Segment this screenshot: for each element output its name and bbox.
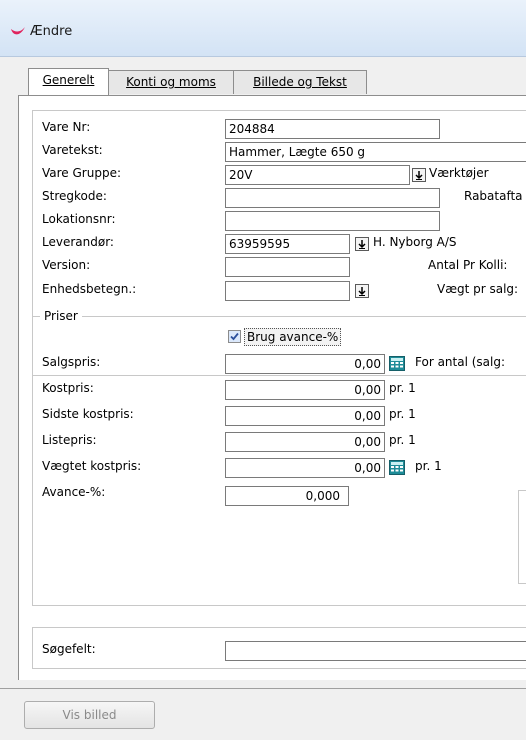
vaegtet-kostpris-label: Vægtet kostpris:: [42, 459, 142, 473]
sidste-kostpris-per: pr. 1: [389, 407, 416, 421]
kostpris-per: pr. 1: [389, 381, 416, 395]
vare-nr-label: Vare Nr:: [42, 120, 91, 134]
version-label: Version:: [42, 258, 91, 272]
vaegtet-kostpris-field[interactable]: 0,00: [225, 458, 385, 478]
rabataftale-label: Rabatafta: [464, 189, 523, 203]
dropdown-arrow-icon[interactable]: [355, 237, 369, 251]
enhedsbetegn-label: Enhedsbetegn.:: [42, 282, 137, 296]
check-icon: [230, 332, 239, 341]
sidste-kostpris-label: Sidste kostpris:: [42, 407, 134, 421]
for-antal-label: For antal (salg:: [415, 355, 506, 369]
brug-avance-checkbox[interactable]: [228, 330, 241, 343]
vare-gruppe-name: Værktøjer: [429, 166, 489, 180]
version-field[interactable]: [225, 257, 350, 277]
tab-label: Generelt: [42, 73, 95, 87]
tab-label: Billede og Tekst: [253, 75, 347, 89]
app-logo-icon: [10, 24, 26, 38]
leverandor-field[interactable]: 63959595: [225, 234, 350, 254]
lokationsnr-label: Lokationsnr:: [42, 212, 116, 226]
window-titlebar: Ændre: [0, 0, 526, 57]
side-group-box: [518, 490, 526, 584]
calculator-icon[interactable]: [389, 356, 405, 371]
varetekst-field[interactable]: Hammer, Lægte 650 g: [225, 142, 526, 162]
kostpris-label: Kostpris:: [42, 381, 94, 395]
brug-avance-label[interactable]: Brug avance-%: [244, 328, 342, 346]
sogefelt-label: Søgefelt:: [42, 642, 96, 656]
dropdown-arrow-icon[interactable]: [355, 284, 369, 298]
enhedsbetegn-field[interactable]: [225, 281, 350, 301]
vaegt-pr-salg-label: Vægt pr salg:: [437, 282, 519, 296]
calculator-icon[interactable]: [389, 460, 405, 475]
leverandor-name: H. Nyborg A/S: [373, 235, 457, 249]
varetekst-label: Varetekst:: [42, 143, 103, 157]
stregkode-label: Stregkode:: [42, 189, 107, 203]
listepris-field[interactable]: 0,00: [225, 432, 385, 452]
vare-nr-field[interactable]: 204884: [225, 119, 440, 139]
avance-label: Avance-%:: [42, 485, 106, 499]
vare-gruppe-field[interactable]: 20V: [225, 165, 410, 185]
kostpris-field[interactable]: 0,00: [225, 380, 385, 400]
sogefelt-field[interactable]: [225, 641, 526, 661]
tab-generelt[interactable]: Generelt: [28, 68, 109, 95]
dropdown-arrow-icon[interactable]: [412, 168, 426, 182]
avance-field[interactable]: 0,000: [225, 486, 349, 506]
listepris-per: pr. 1: [389, 433, 416, 447]
tab-label: Konti og moms: [126, 75, 216, 89]
listepris-label: Listepris:: [42, 433, 97, 447]
salgspris-field[interactable]: 0,00: [225, 354, 385, 374]
antal-pr-kolli-label: Antal Pr Kolli:: [428, 258, 508, 272]
vaegtet-kostpris-per: pr. 1: [415, 459, 442, 473]
vis-billed-button[interactable]: Vis billed: [24, 701, 155, 729]
tab-konti-og-moms[interactable]: Konti og moms: [108, 70, 234, 94]
leverandor-label: Leverandør:: [42, 235, 114, 249]
tab-billede-og-tekst[interactable]: Billede og Tekst: [233, 70, 367, 94]
window-title: Ændre: [30, 24, 73, 39]
priser-legend: Priser: [40, 309, 82, 323]
vare-gruppe-label: Vare Gruppe:: [42, 166, 121, 180]
lokationsnr-field[interactable]: [225, 211, 440, 231]
footer-divider: [0, 688, 526, 689]
stregkode-field[interactable]: [225, 188, 440, 208]
sidste-kostpris-field[interactable]: 0,00: [225, 406, 385, 426]
salgspris-label: Salgspris:: [42, 355, 101, 369]
